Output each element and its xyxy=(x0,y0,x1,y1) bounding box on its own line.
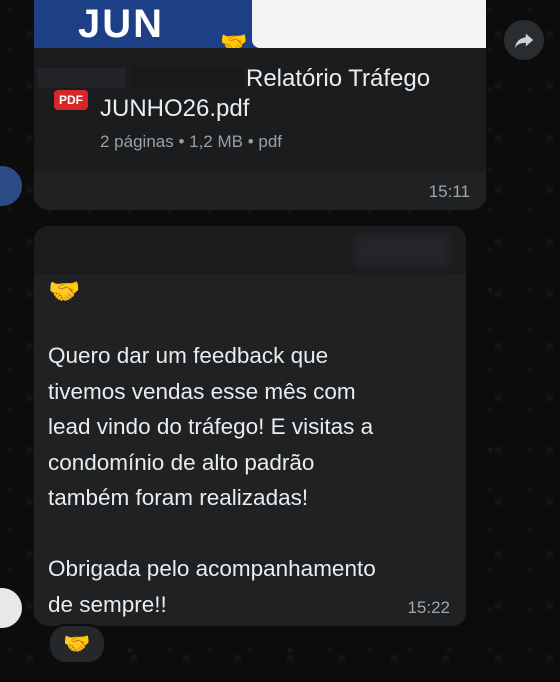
message-line: tivemos vendas esse mês com xyxy=(48,378,356,404)
message-time: 15:11 xyxy=(428,182,470,201)
forward-icon xyxy=(514,33,534,49)
file-message-bubble[interactable]: JUN 🤝 PDF Relatório Tráfego JUNHO26.pdf … xyxy=(34,0,486,210)
text-message-bubble[interactable]: 🤝 Quero dar um feedback que tivemos vend… xyxy=(34,226,466,626)
message-text: Quero dar um feedback que tivemos vendas… xyxy=(48,338,458,622)
redacted-area xyxy=(354,234,450,268)
file-meta: 2 páginas • 1,2 MB • pdf xyxy=(100,132,283,151)
redacted-quoted-area xyxy=(34,226,466,274)
message-line: Quero dar um feedback que xyxy=(48,343,329,368)
file-name-line2: JUNHO26.pdf xyxy=(100,95,250,122)
handshake-emoji: 🤝 xyxy=(48,276,81,306)
message-time: 15:22 xyxy=(407,598,450,617)
pdf-thumbnail[interactable]: JUN 🤝 xyxy=(34,0,486,48)
message-line: também foram realizadas! xyxy=(48,485,309,510)
message-line: lead vindo do tráfego! E visitas a xyxy=(48,414,374,439)
file-name-line1: Relatório Tráfego xyxy=(246,65,431,92)
handshake-reaction-emoji: 🤝 xyxy=(63,631,91,656)
message-line: de sempre!! xyxy=(48,591,167,617)
message-line: condomínio de alto padrão xyxy=(48,449,315,475)
forward-button[interactable] xyxy=(504,20,544,60)
thumbnail-text: JUN xyxy=(78,2,165,46)
reaction-badge[interactable]: 🤝 xyxy=(48,624,106,664)
pdf-icon: PDF xyxy=(54,90,88,110)
file-name: Relatório Tráfego JUNHO26.pdf xyxy=(100,64,472,124)
message-line: Obrigada pelo acompanhamento xyxy=(48,556,376,581)
thumbnail-white-area xyxy=(252,0,486,48)
file-info-panel[interactable]: PDF Relatório Tráfego JUNHO26.pdf 2 pági… xyxy=(34,48,486,172)
thumbnail-handshake-emoji: 🤝 xyxy=(220,30,248,48)
